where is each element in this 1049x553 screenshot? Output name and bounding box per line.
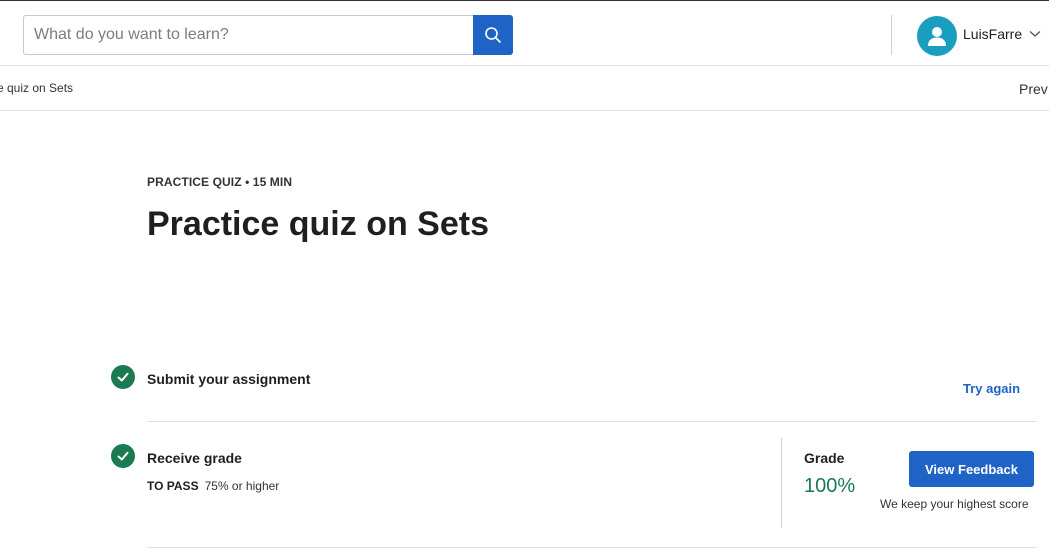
previous-link[interactable]: Prev	[1019, 81, 1048, 97]
to-pass-value: 75% or higher	[204, 479, 280, 493]
grade-value: 100%	[804, 475, 856, 497]
step-divider	[147, 421, 1037, 422]
grade-step-check	[111, 444, 135, 468]
step-divider	[147, 547, 1037, 548]
breadcrumb[interactable]: e quiz on Sets	[0, 81, 73, 95]
pass-requirement: TO PASS 75% or higher	[147, 479, 279, 493]
check-icon	[117, 372, 129, 382]
search-icon	[485, 27, 501, 43]
check-icon	[117, 451, 129, 461]
view-feedback-button[interactable]: View Feedback	[909, 451, 1034, 487]
search-box[interactable]	[23, 15, 474, 55]
highest-score-note: We keep your highest score	[880, 497, 1029, 511]
chevron-down-icon[interactable]	[1029, 30, 1041, 38]
user-name[interactable]: LuisFarre	[963, 26, 1022, 42]
header-divider	[891, 15, 892, 55]
try-again-link[interactable]: Try again	[963, 381, 1020, 396]
page-title: Practice quiz on Sets	[147, 205, 489, 243]
submit-step-title: Submit your assignment	[147, 371, 311, 387]
search-button[interactable]	[473, 15, 513, 55]
search-input[interactable]	[24, 16, 474, 54]
grade-step-title: Receive grade	[147, 450, 242, 466]
avatar[interactable]	[917, 16, 957, 56]
submit-step-check	[111, 365, 135, 389]
quiz-kicker: PRACTICE QUIZ • 15 MIN	[147, 175, 293, 189]
to-pass-label: TO PASS	[147, 479, 199, 493]
user-icon	[928, 27, 946, 46]
grade-label: Grade	[804, 450, 845, 466]
top-navigation-bar: LuisFarre	[0, 0, 1049, 66]
sub-navigation-bar	[0, 66, 1049, 111]
grade-divider	[781, 438, 782, 528]
